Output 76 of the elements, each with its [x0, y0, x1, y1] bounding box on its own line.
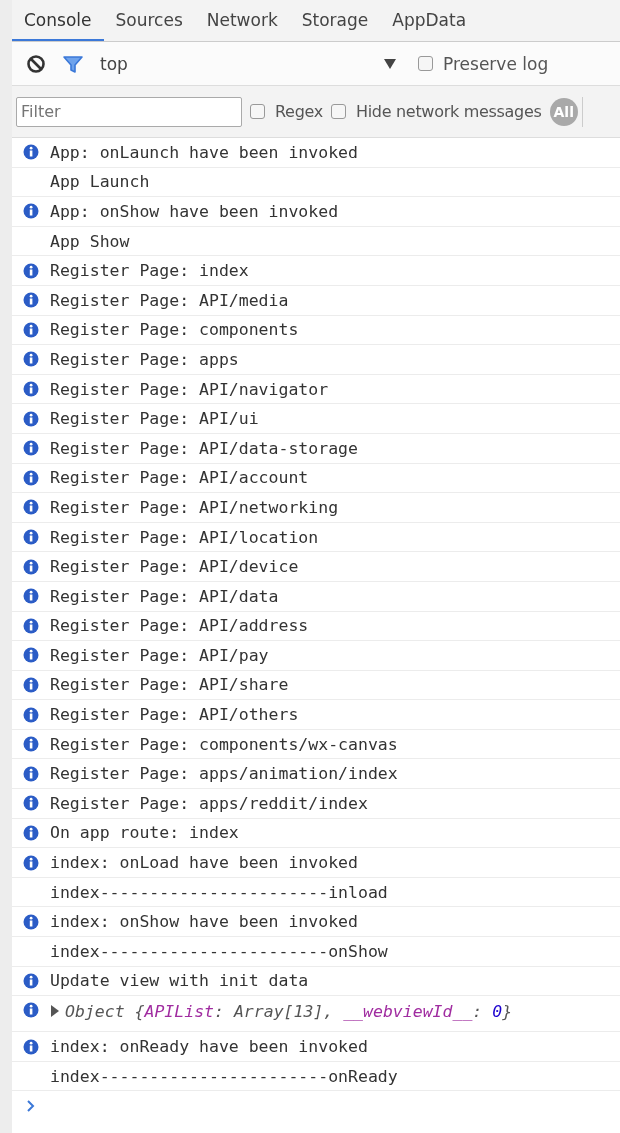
checkbox-label: Preserve log	[443, 53, 549, 74]
info-icon	[23, 469, 39, 486]
checkbox[interactable]	[418, 56, 433, 71]
info-icon	[23, 617, 39, 634]
log-message: App Launch	[50, 172, 150, 192]
info-icon	[23, 588, 39, 605]
log-message: index-----------------------inload	[50, 882, 388, 902]
log-message: Register Page: API/address	[50, 616, 309, 636]
log-message: Register Page: apps/animation/index	[50, 764, 398, 784]
tab[interactable]: AppData	[380, 0, 479, 41]
filter-field[interactable]: Filter	[16, 96, 242, 127]
log-message: Register Page: API/account	[50, 468, 309, 488]
log-message: On app route: index	[50, 823, 239, 843]
log-message: Register Page: API/navigator	[50, 379, 329, 399]
log-message: App: onShow have been invoked	[50, 202, 339, 221]
log-message: Register Page: API/data-storage	[50, 438, 358, 458]
log-message: Register Page: apps	[50, 349, 239, 369]
clear-button[interactable]	[26, 53, 46, 74]
tab[interactable]: Network	[194, 0, 290, 41]
info-icon	[23, 529, 39, 545]
log-message: Register Page: components/wx-canvas	[50, 734, 398, 754]
info-icon	[23, 262, 39, 279]
info-icon	[23, 647, 39, 664]
log-message: Update view with init data	[50, 971, 309, 991]
checkbox-label: Hide network messages	[355, 102, 542, 121]
info-icon	[23, 410, 39, 427]
log-message: Register Page: API/data	[50, 586, 279, 606]
info-icon	[23, 854, 39, 871]
log-message: index-----------------------onReady	[50, 1066, 398, 1086]
filter-button[interactable]	[62, 53, 84, 74]
info-icon	[23, 144, 39, 161]
context-select[interactable]: top	[100, 53, 402, 74]
log-message: Object {APIList: Array[13], __webviewId__: 0}	[65, 1002, 513, 1022]
log-message: index: onLoad have been invoked	[50, 853, 358, 873]
log-message: Register Page: API/ui	[50, 409, 259, 429]
info-icon	[23, 677, 39, 693]
log-message: index: onShow have been invoked	[50, 912, 358, 932]
log-message: index-----------------------onShow	[50, 941, 388, 961]
log-message: Register Page: API/share	[50, 675, 289, 695]
log-message: index: onReady have been invoked	[50, 1037, 368, 1056]
info-icon	[23, 972, 39, 989]
info-icon	[23, 1038, 39, 1055]
expand-arrow-icon[interactable]	[50, 1005, 60, 1018]
log-message: App Show	[50, 231, 130, 251]
log-message: Register Page: index	[50, 261, 249, 281]
info-icon	[23, 765, 39, 782]
log-message: Register Page: apps/reddit/index	[50, 793, 368, 813]
info-icon	[23, 351, 39, 368]
info-icon	[23, 736, 39, 753]
info-icon	[23, 292, 39, 309]
info-icon	[23, 913, 39, 930]
info-icon	[23, 706, 39, 723]
info-icon	[23, 203, 39, 220]
info-icon	[23, 440, 39, 457]
info-icon	[23, 824, 39, 841]
tab[interactable]: Storage	[289, 0, 381, 41]
info-icon	[23, 795, 39, 812]
caret-icon	[384, 58, 396, 69]
log-message: Register Page: API/others	[50, 705, 299, 725]
checkbox[interactable]	[330, 104, 346, 119]
log-message: Register Page: API/pay	[50, 645, 269, 665]
info-icon	[23, 321, 39, 338]
log-message: Register Page: API/networking	[50, 497, 339, 517]
checkbox[interactable]	[250, 104, 265, 119]
log-message: Register Page: API/media	[50, 290, 289, 310]
log-message: Register Page: API/device	[50, 557, 299, 577]
log-message: Register Page: components	[50, 320, 299, 340]
prompt-icon	[26, 1099, 36, 1114]
info-icon	[23, 499, 39, 516]
log-message: App: onLaunch have been invoked	[50, 142, 358, 162]
log-message: Register Page: API/location	[50, 527, 319, 547]
info-icon	[23, 381, 39, 398]
checkbox-label: Regex	[275, 102, 323, 121]
info-icon	[23, 558, 39, 575]
tab[interactable]: Sources	[103, 0, 195, 41]
info-icon	[23, 1002, 39, 1019]
